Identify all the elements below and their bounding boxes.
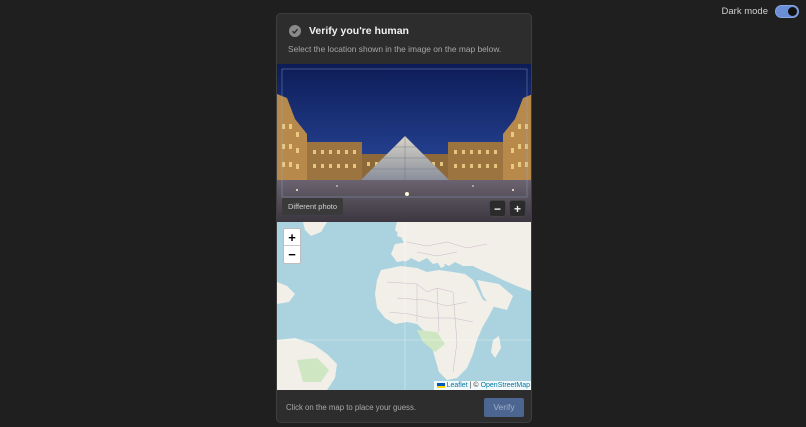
dark-mode-label: Dark mode xyxy=(721,6,768,17)
map-tiles xyxy=(277,222,531,390)
card-footer: Click on the map to place your guess. Ve… xyxy=(277,390,531,422)
card-subtitle: Select the location shown in the image o… xyxy=(288,44,502,54)
photo-zoom-out-button[interactable]: − xyxy=(489,200,506,217)
attribution-separator: | © xyxy=(469,382,479,389)
ukraine-flag-icon xyxy=(436,383,445,388)
verify-button[interactable]: Verify xyxy=(484,397,524,417)
card-header: Verify you're human Select the location … xyxy=(277,14,531,64)
captcha-card: Verify you're human Select the location … xyxy=(276,13,532,423)
map-zoom-in-button[interactable]: + xyxy=(284,229,300,246)
dark-mode-control[interactable]: Dark mode xyxy=(722,5,799,18)
map-zoom-out-button[interactable]: − xyxy=(284,246,300,263)
location-photo: Different photo − + xyxy=(277,64,531,222)
leaflet-link[interactable]: Leaflet xyxy=(447,382,468,389)
openstreetmap-link[interactable]: OpenStreetMap xyxy=(481,382,530,389)
different-photo-button[interactable]: Different photo xyxy=(282,198,344,215)
card-title: Verify you're human xyxy=(309,25,409,37)
dark-mode-toggle[interactable] xyxy=(775,5,799,18)
world-map[interactable]: + − Leaflet | © OpenStreetMap xyxy=(277,222,531,390)
toggle-knob xyxy=(788,7,797,16)
map-zoom-control: + − xyxy=(283,228,301,264)
map-attribution: Leaflet | © OpenStreetMap xyxy=(433,381,531,390)
photo-zoom-in-button[interactable]: + xyxy=(509,200,526,217)
footer-hint: Click on the map to place your guess. xyxy=(286,402,417,412)
checkmark-icon xyxy=(289,25,301,37)
